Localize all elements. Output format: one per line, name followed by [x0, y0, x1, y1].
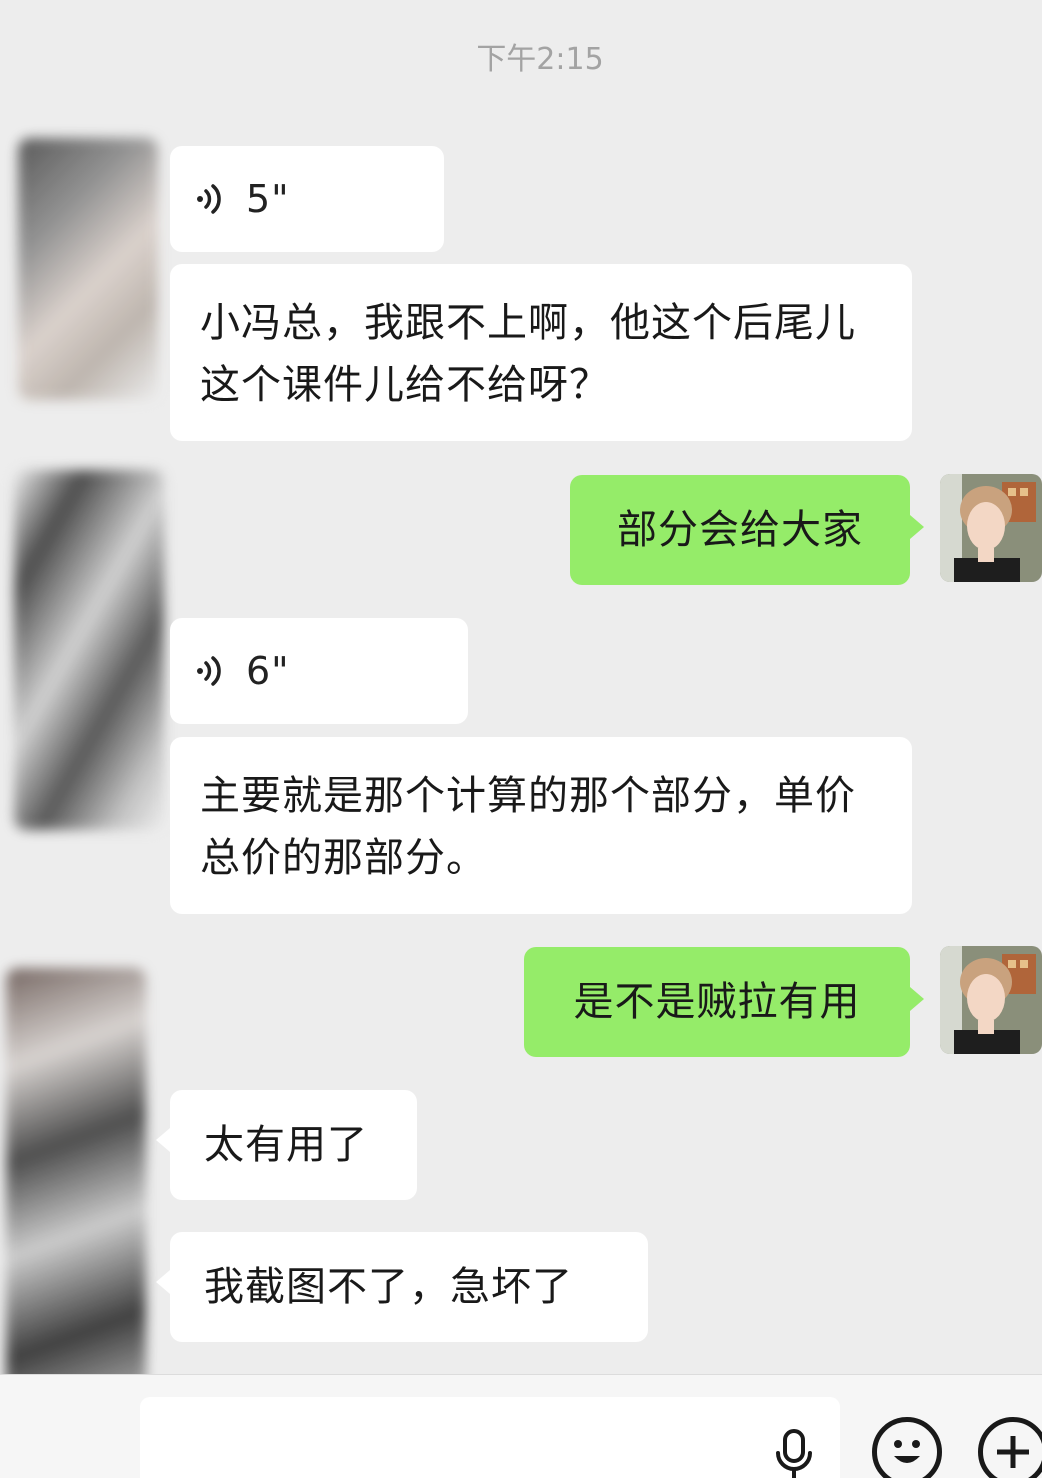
- voice-wave-icon: [197, 656, 221, 686]
- message-text: 小冯总，我跟不上啊，他这个后尾儿这个课件儿给不给呀？: [200, 300, 856, 408]
- voice-duration: 5": [246, 177, 290, 221]
- chat-screen: 下午2:15 5" 小冯总，我跟不上啊，他这个后尾儿这个课件儿给不给呀？ 部分会…: [0, 0, 1042, 1478]
- text-message-outgoing[interactable]: 部分会给大家: [570, 475, 924, 585]
- voice-message[interactable]: 5": [170, 146, 444, 252]
- message-text: 我截图不了，急坏了: [204, 1264, 573, 1310]
- user-portrait-icon: [940, 474, 1042, 582]
- message-text: 主要就是那个计算的那个部分，单价总价的那部分。: [200, 773, 856, 881]
- voice-duration: 6": [246, 649, 290, 693]
- message-timestamp: 下午2:15: [476, 42, 604, 77]
- emoji-icon[interactable]: [872, 1417, 942, 1478]
- plus-sign-icon: [997, 1436, 1029, 1468]
- text-message[interactable]: 我截图不了，急坏了: [156, 1232, 648, 1342]
- message-input[interactable]: [140, 1397, 840, 1478]
- message-text: 太有用了: [204, 1122, 368, 1168]
- message-text: 部分会给大家: [617, 507, 863, 553]
- my-avatar[interactable]: [940, 474, 1042, 582]
- plus-icon[interactable]: [978, 1417, 1042, 1478]
- message-text: 是不是贼拉有用: [573, 979, 861, 1025]
- text-message[interactable]: 太有用了: [156, 1090, 417, 1200]
- smiley-face-icon: [894, 1440, 920, 1463]
- contact-avatar[interactable]: [18, 138, 158, 400]
- contact-avatar[interactable]: [14, 470, 164, 830]
- voice-input-icon[interactable]: [774, 1429, 814, 1478]
- text-message[interactable]: 小冯总，我跟不上啊，他这个后尾儿这个课件儿给不给呀？: [170, 264, 912, 441]
- chat-input-bar: [0, 1374, 1042, 1478]
- voice-message[interactable]: 6": [170, 618, 468, 724]
- voice-wave-icon: [197, 184, 221, 214]
- text-message-outgoing[interactable]: 是不是贼拉有用: [524, 947, 924, 1057]
- my-avatar[interactable]: [940, 946, 1042, 1054]
- text-message[interactable]: 主要就是那个计算的那个部分，单价总价的那部分。: [170, 737, 912, 914]
- user-portrait-icon: [940, 946, 1042, 1054]
